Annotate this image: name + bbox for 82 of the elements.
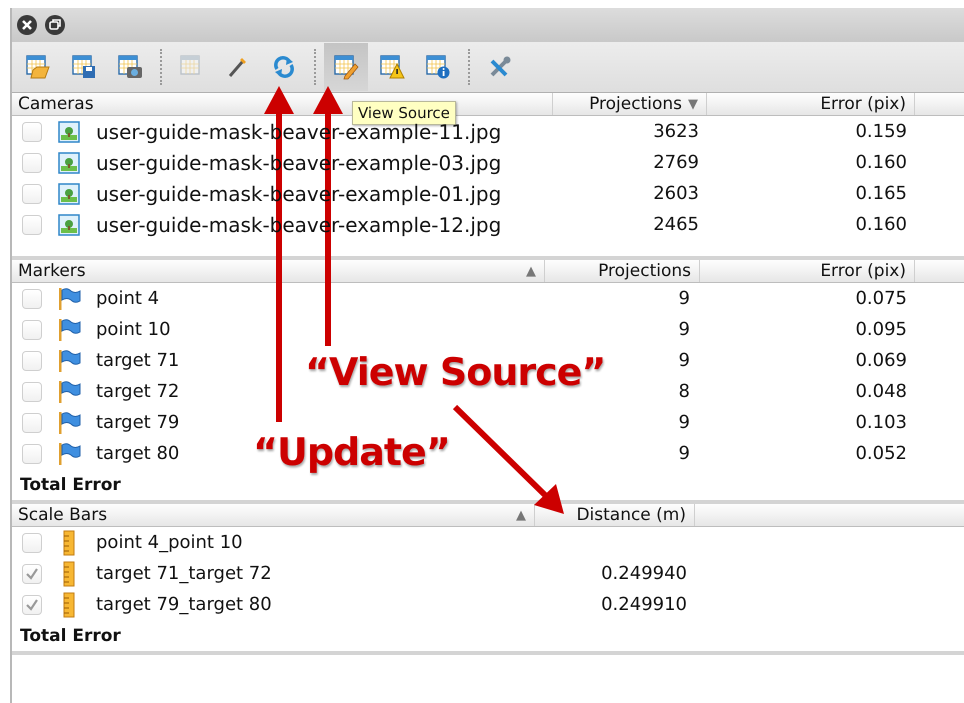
sort-indicator: ▲ [516, 508, 526, 522]
row-name: target 71 [96, 350, 180, 371]
checkbox[interactable] [22, 152, 42, 172]
row-name: point 4 [96, 288, 160, 309]
image-icon [58, 152, 80, 174]
row-name: point 10 [96, 319, 171, 340]
table-cell-text: 0.052 [854, 443, 908, 464]
flag-icon [57, 318, 81, 342]
close-icon[interactable] [16, 14, 38, 36]
warning-icon [379, 54, 405, 80]
sort-indicator: ▼ [688, 96, 698, 112]
column-header[interactable]: Markers [18, 261, 86, 281]
flag-icon [57, 442, 81, 466]
flag-icon [57, 348, 81, 372]
toolbar-button[interactable] [324, 43, 368, 91]
callout-label: “View Source” [305, 350, 606, 394]
column-header[interactable]: Distance (m) [576, 505, 686, 525]
checkbox[interactable] [22, 122, 42, 142]
checkbox[interactable] [22, 320, 42, 340]
checkbox[interactable] [22, 564, 42, 584]
checkbox[interactable] [22, 350, 42, 370]
checkbox[interactable] [22, 532, 42, 552]
table-cell-text: 9 [678, 319, 691, 340]
checkbox[interactable] [22, 444, 42, 464]
table-cell-text: 0.159 [854, 121, 908, 142]
checkbox[interactable] [22, 594, 42, 614]
row-name: target 79 [96, 412, 180, 433]
flag-icon [57, 286, 81, 310]
table-cell-text: 0.095 [854, 319, 908, 340]
table-cell-text: 0.069 [854, 350, 908, 371]
image-icon [58, 120, 80, 142]
column-header[interactable]: Cameras [18, 94, 94, 114]
refresh-icon [271, 54, 297, 80]
save-icon [71, 54, 97, 80]
column-header[interactable]: Error (pix) [820, 94, 906, 114]
column-header[interactable]: Scale Bars [18, 505, 108, 525]
row-name: target 80 [96, 443, 180, 464]
ruler-icon [63, 560, 75, 586]
flag-icon [57, 380, 81, 404]
edit-icon [333, 54, 359, 80]
open-folder-icon [25, 54, 51, 80]
image-icon [58, 214, 80, 236]
total-label: Total Error [20, 626, 121, 646]
table-cell-text: 0.160 [854, 152, 908, 173]
flag-icon [57, 410, 81, 434]
callout-label: “Update” [253, 430, 450, 474]
table-cell-text: 0.075 [854, 288, 908, 309]
restore-icon[interactable] [44, 14, 66, 36]
row-name: target 72 [96, 381, 180, 402]
table-cell-text: 9 [678, 443, 691, 464]
checkbox[interactable] [22, 412, 42, 432]
table-cell-text: 8 [678, 381, 691, 402]
table-cell-text: 0.048 [854, 381, 908, 402]
checkbox[interactable] [22, 288, 42, 308]
column-header[interactable]: Error (pix) [820, 261, 906, 281]
table-cell-text: 0.103 [854, 412, 908, 433]
image-icon [58, 182, 80, 204]
column-header[interactable]: Projections [598, 261, 691, 281]
table-cell-text: 3623 [652, 121, 700, 142]
info-icon [425, 54, 451, 80]
table-cell-text: 0.249910 [600, 594, 688, 615]
checkbox[interactable] [22, 382, 42, 402]
sort-indicator: ▲ [526, 264, 536, 278]
table-cell-text: 2603 [652, 183, 700, 204]
row-name: point 4_point 10 [96, 532, 243, 553]
ruler-icon [63, 592, 75, 618]
table-cell-text: 0.165 [854, 183, 908, 204]
checkbox[interactable] [22, 184, 42, 204]
row-name: target 79_target 80 [96, 594, 272, 615]
camera-icon [117, 54, 143, 80]
table-cell-text: 2465 [652, 214, 700, 235]
total-label: Total Error [20, 474, 121, 494]
row-name: target 71_target 72 [96, 563, 272, 584]
checkbox[interactable] [22, 214, 42, 234]
table-cell-text: 9 [678, 288, 691, 309]
table-cell-text: 0.160 [854, 214, 908, 235]
ruler-icon [63, 530, 75, 556]
table-cell-text: 2769 [652, 152, 700, 173]
column-header[interactable]: Projections [589, 94, 682, 114]
table-cell-text: 9 [678, 412, 691, 433]
tooltip: View Source [352, 101, 456, 125]
table-cell-text: 0.249940 [600, 563, 688, 584]
